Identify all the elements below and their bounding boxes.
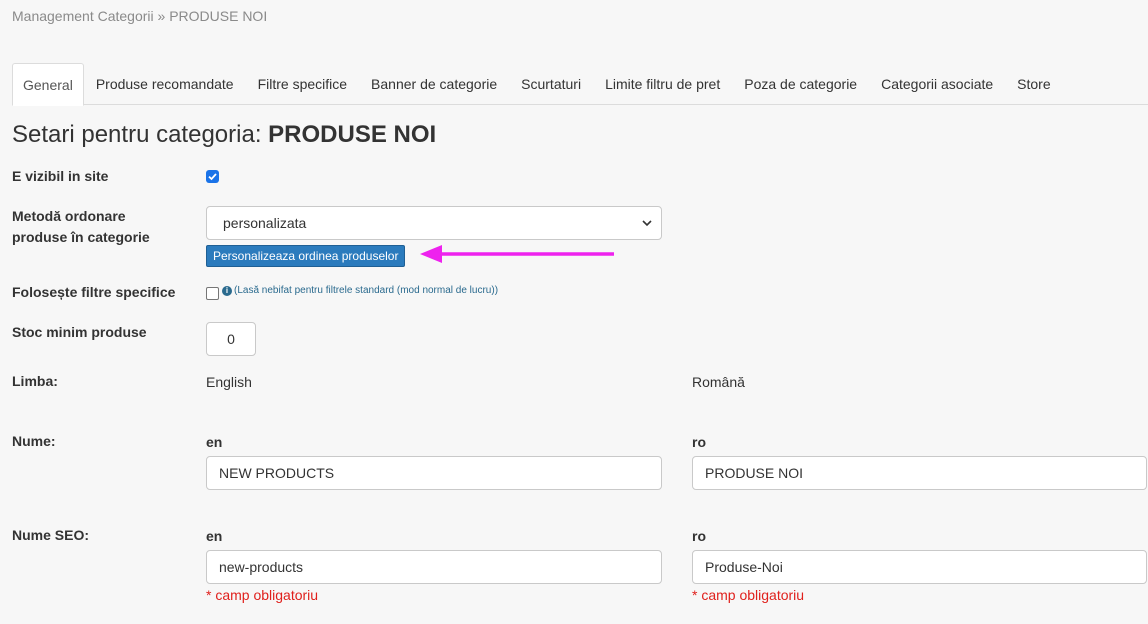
tab-banner-de-categorie[interactable]: Banner de categorie	[359, 63, 509, 105]
tab-filtre-specifice[interactable]: Filtre specifice	[246, 63, 359, 105]
order-method-label-line1: Metodă ordonare	[12, 208, 126, 224]
name-en-input[interactable]: NEW PRODUCTS	[206, 456, 662, 490]
tab-poza-de-categorie[interactable]: Poza de categorie	[732, 63, 869, 105]
tab-store[interactable]: Store	[1005, 63, 1062, 105]
specific-filters-checkbox[interactable]	[206, 287, 219, 300]
seo-ro-input[interactable]: Produse-Noi	[692, 550, 1147, 584]
name-ro-input[interactable]: PRODUSE NOI	[692, 456, 1147, 490]
name-label: Nume:	[12, 433, 56, 449]
seo-ro-required: * camp obligatoriu	[692, 587, 805, 603]
order-method-selected: personalizata	[223, 215, 307, 231]
chevron-down-icon	[642, 220, 652, 227]
info-icon: i	[222, 285, 232, 296]
specific-filters-label: Folosește filtre specifice	[12, 284, 176, 300]
seo-ro-code: ro	[692, 528, 706, 544]
customize-order-button[interactable]: Personalizeaza ordinea produselor	[206, 245, 406, 267]
page-title-category: PRODUSE NOI	[268, 121, 437, 148]
seo-en-code: en	[206, 528, 223, 544]
order-method-label-line2: produse în categorie	[12, 229, 150, 245]
tab-produse-recomandate[interactable]: Produse recomandate	[84, 63, 246, 105]
order-method-label: Metodă ordonare produse în categorie	[12, 206, 150, 248]
seo-name-label: Nume SEO:	[12, 527, 90, 543]
tab-bar: General Produse recomandate Filtre speci…	[12, 63, 1148, 106]
tab-limite-filtru-de-pret[interactable]: Limite filtru de pret	[593, 63, 732, 105]
check-icon	[208, 173, 217, 181]
tab-general[interactable]: General	[12, 63, 84, 106]
page-title: Setari pentru categoria: PRODUSE NOI	[12, 121, 436, 149]
seo-en-required: * camp obligatoriu	[206, 587, 319, 603]
visible-checkbox[interactable]	[206, 170, 219, 183]
order-method-select[interactable]: personalizata	[206, 206, 662, 240]
arrow-left-icon	[420, 245, 614, 263]
name-en-code: en	[206, 434, 223, 450]
specific-filters-hint: i (Lasă nebifat pentru filtrele standard…	[222, 285, 498, 296]
name-ro-code: ro	[692, 434, 706, 450]
language-label: Limba:	[12, 373, 58, 389]
breadcrumb: Management Categorii » PRODUSE NOI	[12, 8, 268, 24]
min-stock-input[interactable]: 0	[206, 322, 256, 356]
language-romanian: Română	[692, 374, 745, 390]
language-english: English	[206, 374, 252, 390]
page-title-prefix: Setari pentru categoria:	[12, 121, 269, 148]
visible-label: E vizibil in site	[12, 168, 109, 184]
seo-en-input[interactable]: new-products	[206, 550, 662, 584]
specific-filters-hint-text: (Lasă nebifat pentru filtrele standard (…	[234, 285, 499, 296]
tab-categorii-asociate[interactable]: Categorii asociate	[869, 63, 1005, 105]
tab-scurtaturi[interactable]: Scurtaturi	[509, 63, 593, 105]
min-stock-label: Stoc minim produse	[12, 324, 147, 340]
